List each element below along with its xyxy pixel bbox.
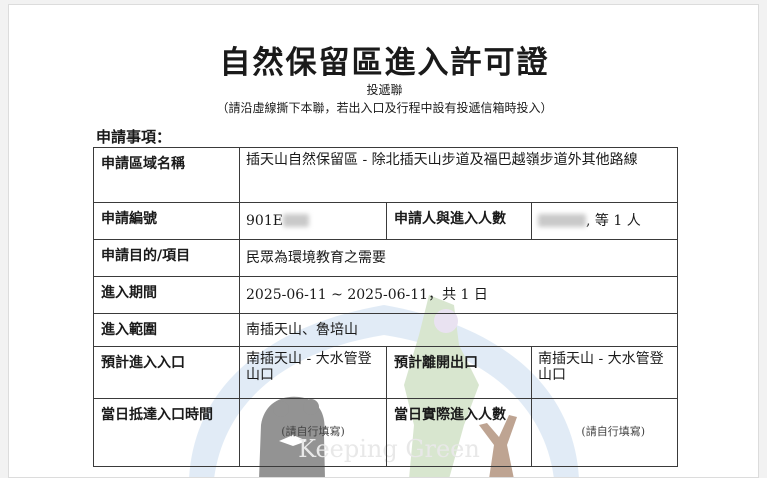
application-table: 申請區域名稱 插天山自然保留區 - 除北插天山步道及福巴越嶺步道外其他路線 申請… <box>93 147 679 467</box>
document-title: 自然保留區進入許可證 <box>219 45 550 81</box>
table-row: 預計進入入口 南插天山 - 大水管登山口 預計離開出口 南插天山 - 大水管登山… <box>93 346 679 399</box>
entry-label: 預計進入入口 <box>93 346 240 399</box>
people-value: , 等 1 人 <box>586 213 641 229</box>
scope-label: 進入範圍 <box>93 313 240 347</box>
people-cell: , 等 1 人 <box>530 202 679 240</box>
section-label: 申請事項： <box>96 128 172 146</box>
table-row: 申請區域名稱 插天山自然保留區 - 除北插天山步道及福巴越嶺步道外其他路線 <box>93 147 679 203</box>
actual-count-cell: (請自行填寫) <box>530 398 679 467</box>
actual-count-label: 當日實際進入人數 <box>386 398 532 467</box>
arrival-time-label: 當日抵達入口時間 <box>93 398 240 467</box>
arrival-time-hint: (請自行填寫) <box>281 425 345 438</box>
redacted-blur <box>282 214 309 227</box>
app-no-value: 901E <box>246 213 283 229</box>
actual-count-hint: (請自行填寫) <box>581 425 646 438</box>
table-row: 當日抵達入口時間 (請自行填寫) 當日實際進入人數 (請自行填寫) <box>93 398 679 467</box>
tear-off-notice: （請沿虛線撕下本聯，若出入口及行程中設有投遞信箱時投入） <box>216 101 553 115</box>
people-label: 申請人與進入人數 <box>386 202 532 240</box>
entry-value: 南插天山 - 大水管登山口 <box>239 346 387 399</box>
table-row: 進入期間 2025-06-11 ~ 2025-06-11，共 1 日 <box>93 276 679 314</box>
arrival-time-cell: (請自行填寫) <box>239 398 387 467</box>
document-subtitle: 投遞聯 <box>366 83 403 97</box>
table-row: 進入範圍 南插天山、魯培山 <box>93 313 679 347</box>
table-row: 申請編號 901E 申請人與進入人數 , 等 1 人 <box>93 202 679 240</box>
purpose-label: 申請目的/項目 <box>93 239 240 277</box>
table-row: 申請目的/項目 民眾為環境教育之需要 <box>93 239 679 277</box>
app-no-cell: 901E <box>239 202 387 240</box>
app-no-label: 申請編號 <box>93 202 240 240</box>
redacted-blur <box>538 214 586 227</box>
purpose-value: 民眾為環境教育之需要 <box>238 239 679 277</box>
period-label: 進入期間 <box>93 276 240 314</box>
period-value: 2025-06-11 ~ 2025-06-11，共 1 日 <box>238 276 679 314</box>
permit-sheet: Keeping Green 自然保留區進入許可證 投遞聯 （請沿虛線撕下本聯，若… <box>8 4 759 478</box>
scope-value: 南插天山、魯培山 <box>238 313 679 347</box>
exit-label: 預計離開出口 <box>386 346 532 399</box>
area-label: 申請區域名稱 <box>93 147 240 203</box>
area-value: 插天山自然保留區 - 除北插天山步道及福巴越嶺步道外其他路線 <box>238 147 679 203</box>
exit-value: 南插天山 - 大水管登山口 <box>530 346 679 399</box>
